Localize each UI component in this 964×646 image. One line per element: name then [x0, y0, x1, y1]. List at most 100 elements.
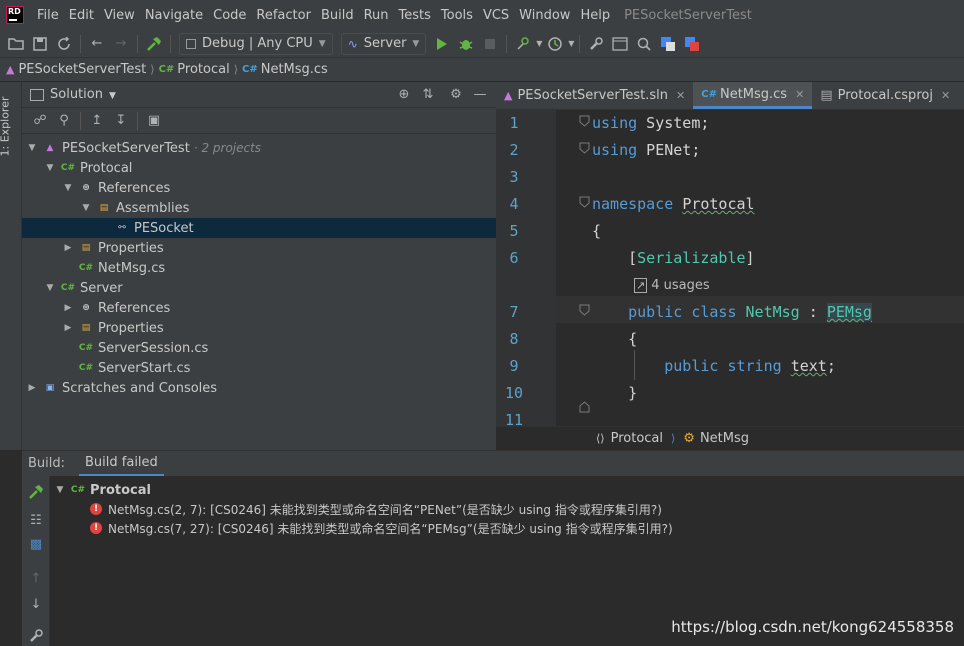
- tree-item-serverstart[interactable]: C# ServerStart.cs: [22, 358, 496, 378]
- run-target-value: Server: [363, 36, 407, 51]
- tree-item-solution[interactable]: ▼ ▲ PESocketServerTest · 2 projects: [22, 138, 496, 158]
- menu-refactor[interactable]: Refactor: [251, 8, 316, 23]
- explorer-tool-tab[interactable]: 1: Explorer: [0, 90, 19, 168]
- watermark-url: https://blog.csdn.net/kong624558358: [671, 618, 954, 636]
- open-folder-icon[interactable]: [8, 36, 24, 52]
- menu-vcs[interactable]: VCS: [478, 8, 514, 23]
- profiler-icon[interactable]: [547, 36, 563, 52]
- menu-edit[interactable]: Edit: [64, 8, 99, 23]
- expand-all-icon[interactable]: ↥: [89, 113, 105, 129]
- tree-item-properties[interactable]: ▶ ▤ Properties: [22, 238, 496, 258]
- menu-help[interactable]: Help: [575, 8, 615, 23]
- collapse-icon[interactable]: ↧: [113, 113, 129, 129]
- toolbar-divider: [137, 111, 138, 130]
- fold-markers[interactable]: [578, 110, 592, 426]
- up-arrow-icon[interactable]: ↑: [28, 570, 44, 586]
- show-all-files-icon[interactable]: ☍: [32, 113, 48, 129]
- forward-arrow-icon[interactable]: →: [113, 36, 129, 52]
- tree-item-server-properties[interactable]: ▶ ▤ Properties: [22, 318, 496, 338]
- tab-overflow[interactable]: C#: [958, 82, 964, 109]
- preview-pane-icon[interactable]: ▣: [146, 113, 162, 129]
- settings-wrench-icon[interactable]: [28, 628, 44, 644]
- breadcrumb-project[interactable]: C# Protocal: [159, 62, 230, 77]
- build-error-row[interactable]: ! NetMsg.cs(2, 7): [CS0246] 未能找到类型或命名空间名…: [90, 499, 662, 519]
- menu-navigate[interactable]: Navigate: [140, 8, 208, 23]
- solution-view-select[interactable]: Solution ▼: [50, 87, 116, 102]
- build-side-toolbar: ☷ ▩ ↑ ↓: [22, 476, 50, 646]
- menu-tools[interactable]: Tools: [436, 8, 478, 23]
- attach-debugger-icon[interactable]: [515, 36, 531, 52]
- menu-build[interactable]: Build: [316, 8, 359, 23]
- tree-item-scratches[interactable]: ▶ ▣ Scratches and Consoles: [22, 378, 496, 398]
- run-target-select[interactable]: ∿ Server ▼: [340, 32, 427, 55]
- tab-netmsg[interactable]: C# NetMsg.cs ✕: [693, 82, 813, 109]
- tab-build-failed[interactable]: Build failed: [79, 451, 164, 477]
- csharp-project-icon: C#: [158, 64, 175, 75]
- code-editor[interactable]: 1 2 3 4 5 6 7 8 9 10 11 using System; us…: [496, 110, 964, 426]
- back-arrow-icon[interactable]: ←: [89, 36, 105, 52]
- properties-folder-icon: ▤: [81, 243, 91, 253]
- close-icon[interactable]: ✕: [795, 88, 804, 101]
- code-line-8: {: [628, 330, 638, 348]
- build-hammer-icon[interactable]: [28, 484, 44, 500]
- tab-solution-file[interactable]: ▲ PESocketServerTest.sln ✕: [496, 82, 693, 109]
- translate-alt-icon[interactable]: [684, 36, 700, 52]
- tree-item-assemblies[interactable]: ▼ ▤ Assemblies: [22, 198, 496, 218]
- save-icon[interactable]: [32, 36, 48, 52]
- csharp-file-icon: C#: [78, 363, 94, 373]
- tree-item-netmsg[interactable]: C# NetMsg.cs: [22, 258, 496, 278]
- configuration-select[interactable]: Debug | Any CPU ▼: [179, 32, 333, 55]
- build-error-row[interactable]: ! NetMsg.cs(7, 27): [CS0246] 未能找到类型或命名空间…: [90, 518, 673, 538]
- build-project-row[interactable]: ▼ C# Protocal: [54, 480, 151, 500]
- sync-icon[interactable]: [56, 36, 72, 52]
- locate-crosshair-icon[interactable]: ⊕: [396, 87, 412, 103]
- tab-csproj[interactable]: ▤ Protocal.csproj ✕: [812, 82, 958, 109]
- line-number: 3: [509, 168, 519, 186]
- minimize-icon[interactable]: —: [472, 87, 488, 103]
- collapse-all-icon[interactable]: ⇅: [420, 87, 436, 103]
- configuration-grid-icon: [186, 38, 196, 49]
- expanded-arrow-icon: ▼: [46, 163, 54, 173]
- filter-icon[interactable]: ⚲: [56, 113, 72, 129]
- down-arrow-icon[interactable]: ↓: [28, 596, 44, 612]
- menu-code[interactable]: Code: [208, 8, 251, 23]
- tree-item-server-references[interactable]: ▶ ⊛ References: [22, 298, 496, 318]
- usages-hint[interactable]: ↗ 4 usages: [634, 278, 710, 293]
- tree-item-pesocket[interactable]: ⚯ PESocket: [22, 218, 496, 238]
- tree-view-icon[interactable]: ☷: [28, 512, 44, 528]
- menu-file[interactable]: File: [32, 8, 64, 23]
- run-play-icon[interactable]: [434, 36, 450, 52]
- debug-bug-icon[interactable]: [458, 36, 474, 52]
- code-breadcrumb-class[interactable]: NetMsg: [700, 431, 749, 446]
- assembly-reference-icon: ⚯: [118, 223, 126, 233]
- tree-item-serversession[interactable]: C# ServerSession.cs: [22, 338, 496, 358]
- code-breadcrumb-namespace[interactable]: Protocal: [611, 431, 663, 446]
- export-icon[interactable]: ▩: [28, 536, 44, 552]
- menu-tests[interactable]: Tests: [394, 8, 436, 23]
- chevron-down-icon[interactable]: ▼: [567, 36, 575, 52]
- breadcrumb-file[interactable]: C# NetMsg.cs: [242, 62, 328, 77]
- menu-window[interactable]: Window: [514, 8, 575, 23]
- tree-item-protocal[interactable]: ▼ C# Protocal: [22, 158, 496, 178]
- close-icon[interactable]: ✕: [941, 89, 950, 102]
- menu-run[interactable]: Run: [359, 8, 394, 23]
- gear-icon[interactable]: ⚙: [448, 87, 464, 103]
- terminal-window-icon[interactable]: [612, 36, 628, 52]
- close-icon[interactable]: ✕: [676, 89, 685, 102]
- code-breadcrumb: ⟨⟩ Protocal ⟩ ⚙ NetMsg: [496, 426, 964, 450]
- code-line-7: public class NetMsg : PEMsg: [628, 303, 872, 321]
- solution-icon: ▲: [6, 63, 15, 76]
- settings-wrench-icon[interactable]: [588, 36, 604, 52]
- search-icon[interactable]: [636, 36, 652, 52]
- translate-icon[interactable]: [660, 36, 676, 52]
- breadcrumb-solution[interactable]: ▲ PESocketServerTest: [6, 62, 146, 77]
- menu-view[interactable]: View: [99, 8, 140, 23]
- tree-item-server[interactable]: ▼ C# Server: [22, 278, 496, 298]
- tree-label: Scratches and Consoles: [62, 380, 218, 396]
- csharp-file-icon: C#: [78, 263, 94, 273]
- tree-item-references[interactable]: ▼ ⊛ References: [22, 178, 496, 198]
- build-hammer-icon[interactable]: [146, 36, 162, 52]
- chevron-down-icon[interactable]: ▼: [535, 36, 543, 52]
- stop-icon[interactable]: [482, 36, 498, 52]
- toolbar-divider: [170, 34, 171, 53]
